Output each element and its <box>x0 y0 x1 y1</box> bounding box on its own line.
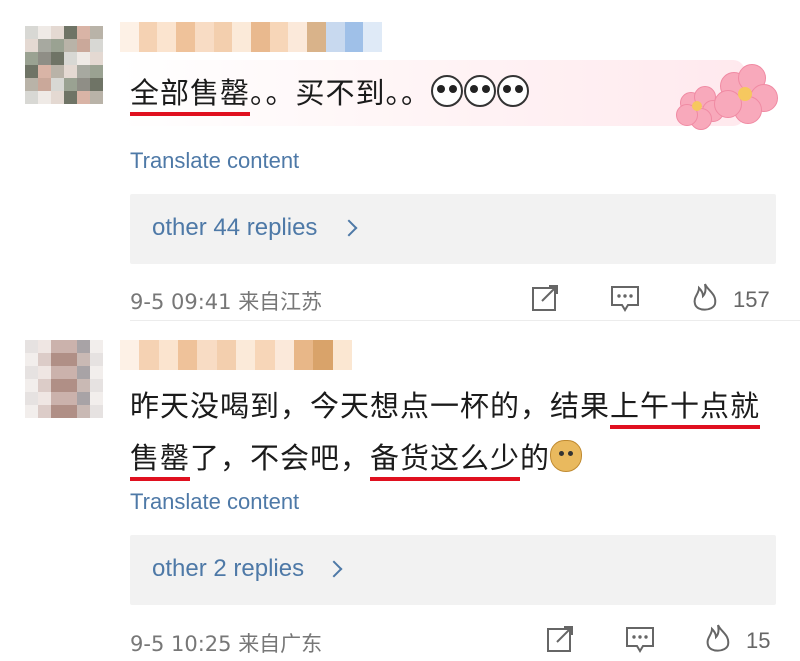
avatar[interactable] <box>25 26 103 104</box>
like-count: 15 <box>746 628 771 653</box>
timestamp: 9-5 10:25 <box>130 632 232 656</box>
replies-label: other 44 replies <box>152 214 318 241</box>
comment-text-segment: 了，不会吧， <box>190 441 371 475</box>
translate-link[interactable]: Translate content <box>130 148 299 174</box>
like-count: 157 <box>733 287 770 312</box>
panda-face-emoji <box>497 75 530 107</box>
comment-meta: 9-5 09:41 来自江苏 <box>130 286 322 316</box>
like-fire-icon[interactable] <box>690 282 720 314</box>
underlined-text: 备货这么少 <box>370 441 521 481</box>
comment-meta: 9-5 10:25 来自广东 <box>130 628 322 658</box>
chevron-right-icon <box>340 219 358 237</box>
share-icon[interactable] <box>545 624 575 654</box>
underlined-text: 售罄 <box>130 441 191 481</box>
comment-text-segment: 的 <box>520 441 551 475</box>
underlined-text: 全部售罄 <box>130 76 251 116</box>
panda-face-emoji <box>431 75 464 107</box>
comment-text-line: 售罄了，不会吧，备货这么少的 <box>130 433 583 483</box>
replies-button[interactable]: other 44 replies <box>130 194 776 264</box>
comment-item: 全部售罄。。买不到。。 Translate content other 44 r… <box>0 0 800 320</box>
replies-button[interactable]: other 2 replies <box>130 535 776 605</box>
location: 来自广东 <box>238 632 323 656</box>
doge-emoji <box>550 440 583 472</box>
replies-label: other 2 replies <box>152 555 305 582</box>
comment-text-segment: 。。买不到。。 <box>250 76 432 110</box>
translate-link[interactable]: Translate content <box>130 489 299 515</box>
comment-text: 全部售罄。。买不到。。 <box>130 68 530 118</box>
avatar[interactable] <box>25 340 103 418</box>
share-icon[interactable] <box>530 283 560 313</box>
comment-item: 昨天没喝到，今天想点一杯的，结果上午十点就 售罄了，不会吧，备货这么少的 Tra… <box>0 332 800 661</box>
timestamp: 9-5 09:41 <box>130 290 232 314</box>
like-fire-icon[interactable] <box>703 623 733 655</box>
username-blurred[interactable] <box>120 22 382 52</box>
underlined-text: 上午十点就 <box>610 389 761 429</box>
panda-face-emoji <box>464 75 497 107</box>
divider <box>130 320 800 321</box>
chevron-right-icon <box>325 560 343 578</box>
comment-text-line: 昨天没喝到，今天想点一杯的，结果上午十点就 <box>130 381 761 431</box>
comment-icon[interactable] <box>624 625 656 655</box>
location: 来自江苏 <box>238 290 323 314</box>
comment-icon[interactable] <box>609 284 641 314</box>
comment-text-segment: 昨天没喝到，今天想点一杯的，结果 <box>130 389 611 423</box>
username-blurred[interactable] <box>120 340 352 370</box>
